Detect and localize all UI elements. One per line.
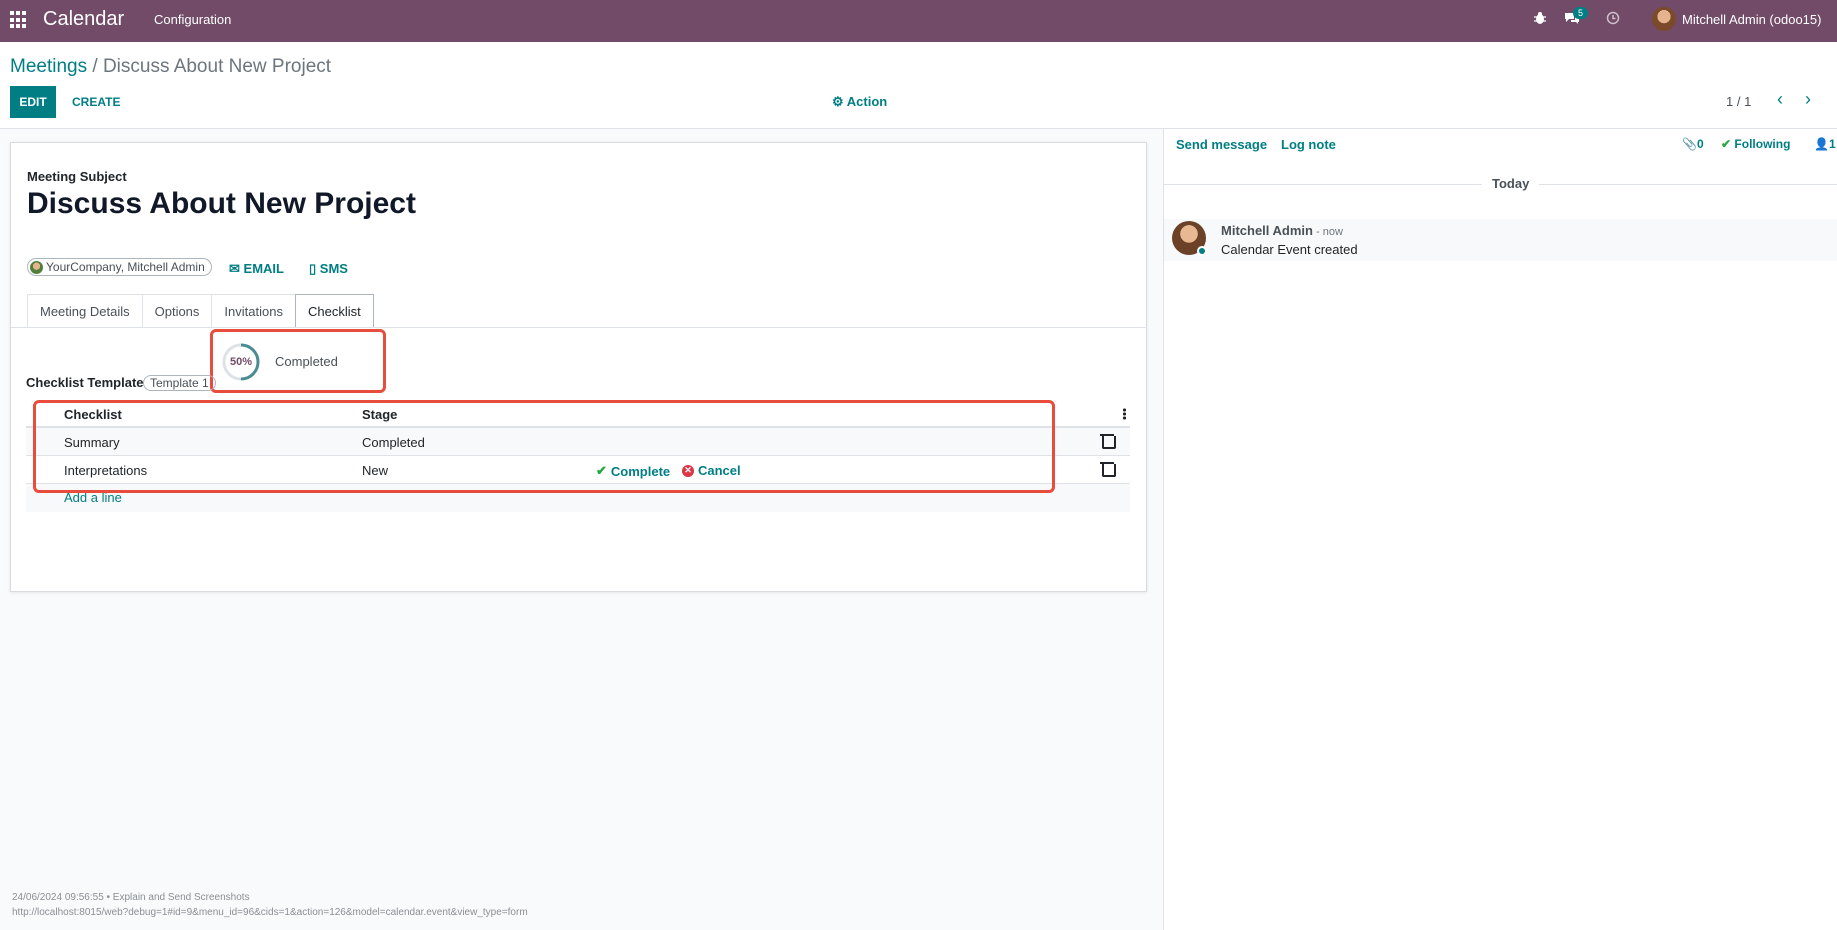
- cancel-label: Cancel: [698, 463, 741, 478]
- message-author-avatar[interactable]: [1172, 221, 1207, 256]
- user-icon: 👤: [1814, 137, 1829, 151]
- chatter-message: Mitchell Admin - now Calendar Event crea…: [1164, 219, 1837, 261]
- apps-menu-icon[interactable]: [10, 11, 28, 29]
- add-line-row: Add a line: [26, 484, 1130, 512]
- app-brand[interactable]: Calendar: [43, 8, 124, 31]
- create-button[interactable]: CREATE: [68, 86, 124, 118]
- followers-count: 1: [1828, 137, 1836, 151]
- send-message-button[interactable]: Send message: [1176, 137, 1267, 152]
- subject-label: Meeting Subject: [27, 169, 127, 184]
- complete-button[interactable]: ✔ Complete: [596, 463, 670, 479]
- row-checklist-name[interactable]: Interpretations: [64, 463, 147, 478]
- tab-meeting-details[interactable]: Meeting Details: [27, 294, 143, 328]
- following-button[interactable]: ✔ Following: [1721, 137, 1790, 151]
- cancel-button[interactable]: ✕ Cancel: [682, 463, 741, 478]
- cancel-circle-icon: ✕: [682, 464, 694, 477]
- pager-previous-icon[interactable]: ‹: [1777, 90, 1783, 108]
- following-label: Following: [1734, 137, 1791, 151]
- trash-icon[interactable]: [1100, 433, 1116, 449]
- mobile-icon: ▯: [309, 261, 317, 276]
- add-line-link[interactable]: Add a line: [64, 490, 122, 505]
- breadcrumb-current: Discuss About New Project: [102, 56, 332, 77]
- top-navbar: Calendar Configuration 5 Mitchell Admin …: [0, 0, 1837, 42]
- pager-value[interactable]: 1 / 1: [1726, 94, 1751, 109]
- checklist-table: Checklist Stage Summary Completed Interp…: [26, 400, 1130, 512]
- tab-checklist[interactable]: Checklist: [294, 294, 374, 328]
- followers-button[interactable]: 👤1: [1814, 137, 1836, 151]
- row-stage[interactable]: New: [362, 463, 388, 478]
- form-sheet: Meeting Subject Discuss About New Projec…: [10, 142, 1147, 592]
- message-date: - now: [1316, 226, 1343, 238]
- column-checklist[interactable]: Checklist: [64, 407, 122, 422]
- complete-label: Complete: [610, 463, 671, 479]
- menu-configuration[interactable]: Configuration: [154, 12, 231, 27]
- sms-button[interactable]: ▯ SMS: [309, 261, 348, 277]
- screenshot-caption: 24/06/2024 09:56:55 • Explain and Send S…: [12, 890, 528, 920]
- attachments-count: 0: [1696, 137, 1704, 151]
- checklist-template-tag[interactable]: Template 1: [143, 375, 216, 391]
- action-label: Action: [846, 94, 888, 109]
- caption-line-1: 24/06/2024 09:56:55 • Explain and Send S…: [12, 892, 250, 903]
- meeting-subject: Discuss About New Project: [27, 187, 416, 220]
- email-label: EMAIL: [243, 261, 284, 276]
- progress-percent: 50%: [229, 356, 253, 368]
- today-label: Today: [1482, 176, 1540, 191]
- table-row[interactable]: Summary Completed: [26, 428, 1130, 456]
- user-avatar[interactable]: [1652, 7, 1676, 31]
- activity-clock-icon[interactable]: [1606, 11, 1620, 28]
- gear-icon: ⚙: [832, 94, 844, 109]
- edit-button[interactable]: EDIT: [10, 86, 56, 118]
- online-status-icon: [1197, 246, 1207, 256]
- log-note-button[interactable]: Log note: [1281, 137, 1336, 152]
- checklist-progress-highlight: 50% Completed: [210, 329, 386, 393]
- row-stage[interactable]: Completed: [362, 435, 425, 450]
- tab-divider: [11, 327, 1146, 328]
- envelope-icon: ✉: [229, 261, 240, 276]
- tab-invitations[interactable]: Invitations: [211, 294, 296, 328]
- control-panel: Meetings / Discuss About New Project EDI…: [0, 42, 1837, 129]
- check-icon: ✔: [1721, 137, 1732, 151]
- attachments-button[interactable]: 📎0: [1682, 137, 1704, 151]
- message-author[interactable]: Mitchell Admin: [1221, 223, 1313, 238]
- sms-label: SMS: [319, 261, 348, 276]
- trash-icon[interactable]: [1100, 461, 1116, 477]
- row-checklist-name[interactable]: Summary: [64, 435, 120, 450]
- progress-text: Completed: [275, 354, 338, 369]
- chatter-panel: Send message Log note 📎0 ✔ Following 👤1 …: [1163, 129, 1837, 930]
- action-dropdown[interactable]: ⚙ Action: [832, 94, 887, 110]
- table-header: Checklist Stage: [26, 400, 1130, 428]
- attendees-label: YourCompany, Mitchell Admin: [46, 260, 205, 274]
- user-menu[interactable]: Mitchell Admin (odoo15): [1682, 12, 1821, 27]
- checklist-template-label: Checklist Template: [26, 375, 144, 390]
- breadcrumb-separator: /: [87, 56, 103, 77]
- column-stage[interactable]: Stage: [362, 407, 397, 422]
- today-separator: Today: [1164, 176, 1837, 191]
- attendee-avatar: [30, 260, 43, 274]
- tab-options[interactable]: Options: [141, 294, 213, 328]
- messages-count-badge: 5: [1573, 7, 1589, 19]
- check-icon: ✔: [596, 463, 607, 478]
- caption-url: http://localhost:8015/web?debug=1#id=9&m…: [12, 907, 528, 918]
- form-tabs: Meeting Details Options Invitations Chec…: [27, 294, 374, 328]
- pager-next-icon[interactable]: ›: [1805, 90, 1811, 108]
- breadcrumb: Meetings / Discuss About New Project: [10, 56, 331, 78]
- message-body: Calendar Event created: [1221, 242, 1358, 257]
- attendees-tag[interactable]: YourCompany, Mitchell Admin: [27, 258, 212, 276]
- paperclip-icon: 📎: [1682, 137, 1697, 151]
- table-row[interactable]: Interpretations New ✔ Complete ✕ Cancel: [26, 456, 1130, 484]
- debug-bug-icon[interactable]: [1533, 11, 1547, 28]
- email-button[interactable]: ✉ EMAIL: [229, 261, 284, 277]
- breadcrumb-meetings[interactable]: Meetings: [10, 56, 87, 77]
- optional-columns-icon[interactable]: [1123, 408, 1126, 420]
